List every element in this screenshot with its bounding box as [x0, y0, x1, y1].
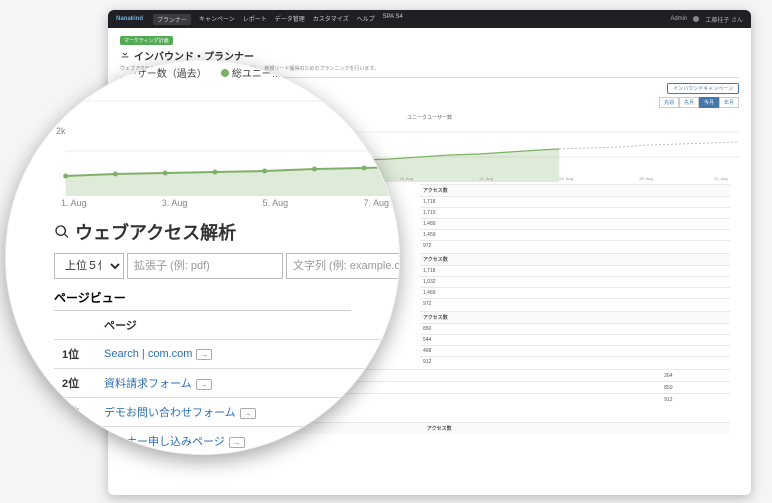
- page-link-2[interactable]: 資料請求フォーム: [104, 378, 192, 390]
- page-link-1[interactable]: Search | com.com: [104, 348, 192, 360]
- zoom-chart: ユニークユーザー数（過去） 総ユニー… 4k 2k 1. Aug 3. Aug …: [6, 61, 399, 211]
- user-name[interactable]: 工藤桂子 さん: [705, 15, 743, 24]
- t2-r4: 972: [420, 299, 730, 310]
- svg-text:18. Aug: 18. Aug: [400, 176, 414, 181]
- rank-1: 1位: [54, 340, 96, 369]
- t1-r4: 1,459: [420, 230, 730, 241]
- t3-r3: 468: [420, 346, 730, 357]
- page-link-3[interactable]: デモお問い合わせフォーム: [104, 407, 236, 419]
- brand-logo[interactable]: Nanakind: [116, 16, 143, 22]
- nav-item-planner[interactable]: プランナー: [153, 14, 191, 25]
- access-header-2: アクセス数: [420, 254, 730, 266]
- pageview-table: ページ 1位 Search | com.com → 2位資料請求フォーム → 3位デモ…: [54, 311, 383, 455]
- nav-item-report[interactable]: レポート: [243, 14, 267, 25]
- svg-text:28. Aug: 28. Aug: [639, 176, 653, 181]
- chart-title-small: ユニークユーザー数: [407, 114, 452, 121]
- nav-item-help[interactable]: ヘルプ: [357, 14, 375, 25]
- access-table-1: アクセス数 1,718 1,710 1,489 1,459 972: [420, 184, 730, 251]
- svg-text:31. Aug: 31. Aug: [714, 176, 728, 181]
- external-link-icon[interactable]: →: [240, 408, 256, 419]
- zoom-xtick-0: 1. Aug: [61, 198, 87, 208]
- zoom-xtick-2: 5. Aug: [263, 198, 289, 208]
- user-avatar-icon[interactable]: [693, 16, 699, 22]
- t2-r2: 1,032: [420, 277, 730, 288]
- rank-4: [54, 427, 96, 456]
- zoom-xtick-3: 7. Aug: [363, 198, 389, 208]
- zoom-legend-1: ユニークユーザー数（過去）: [77, 69, 207, 80]
- admin-link[interactable]: Admin: [670, 16, 687, 22]
- inflow-col-access: アクセス数: [424, 423, 730, 435]
- external-link-icon[interactable]: →: [229, 437, 245, 448]
- zoom-ytick-0: 4k: [56, 61, 66, 71]
- breadcrumb[interactable]: マーケティング計画: [120, 36, 173, 45]
- t1-r3: 1,489: [420, 219, 730, 230]
- zoom-xtick-1: 3. Aug: [162, 198, 188, 208]
- web-access-heading-text: ウェブアクセス解析: [75, 219, 236, 245]
- t3-r2: 544: [420, 335, 730, 346]
- t3-r4: 912: [420, 357, 730, 368]
- table-row: 2位資料請求フォーム →: [54, 369, 383, 398]
- nav-item-spa[interactable]: SPA S4: [383, 14, 403, 25]
- access-header: アクセス数: [420, 185, 730, 197]
- table-row: 1位 Search | com.com →: [54, 340, 383, 369]
- t3-r1: 850: [420, 324, 730, 335]
- zoom-legend-2: 総ユニー…: [232, 69, 282, 80]
- svg-text:24. Aug: 24. Aug: [559, 176, 573, 181]
- t1-r5: 972: [420, 241, 730, 252]
- extension-input[interactable]: [127, 253, 283, 279]
- t1-r2: 1,710: [420, 208, 730, 219]
- zoom-lens: ユニークユーザー数（過去） 総ユニー… 4k 2k 1. Aug 3. Aug …: [5, 60, 400, 455]
- access-table-2: アクセス数 1,718 1,032 1,469 972: [420, 253, 730, 309]
- toggle-this-month[interactable]: 今月: [699, 97, 719, 108]
- nav-item-campaign[interactable]: キャンペーン: [199, 14, 235, 25]
- top-navbar: Nanakind プランナー キャンペーン レポート データ管理 カスタマイズ …: [108, 10, 751, 28]
- pageview-heading: ページビュー: [54, 289, 351, 311]
- col-page: ページ: [96, 311, 383, 340]
- zoom-legend-dot-2-icon: [221, 69, 229, 77]
- chart-range-toggle: 先週 先月 今月 年月: [659, 97, 739, 108]
- ref-r3-n: 912: [661, 394, 730, 406]
- nav-item-customize[interactable]: カスタマイズ: [313, 14, 349, 25]
- access-header-3: アクセス数: [420, 312, 730, 324]
- top-n-select[interactable]: 上位５件: [54, 253, 124, 279]
- inbound-campaign-button[interactable]: インバウンドキャンペーン: [667, 83, 739, 94]
- toggle-last-month[interactable]: 先月: [679, 97, 699, 108]
- t2-r1: 1,718: [420, 266, 730, 277]
- search-icon: [54, 224, 70, 240]
- svg-text:21. Aug: 21. Aug: [479, 176, 493, 181]
- rank-3: 3位: [54, 398, 96, 427]
- ref-r2-n: 850: [661, 382, 730, 394]
- external-link-icon[interactable]: →: [196, 379, 212, 390]
- t2-r3: 1,469: [420, 288, 730, 299]
- external-link-icon[interactable]: →: [196, 349, 212, 360]
- zoom-legend-dot-1-icon: [66, 69, 74, 77]
- table-row: セミナー申し込みページ →: [54, 427, 383, 456]
- col-rank: [54, 311, 96, 340]
- table-row: 3位デモお問い合わせフォーム →: [54, 398, 383, 427]
- page-link-4[interactable]: セミナー申し込みページ: [104, 436, 225, 448]
- web-access-heading: ウェブアクセス解析: [54, 219, 351, 245]
- zoom-ytick-1: 2k: [56, 126, 66, 136]
- toggle-year[interactable]: 年月: [719, 97, 739, 108]
- ref-r1-n: 264: [661, 370, 730, 382]
- rank-2: 2位: [54, 369, 96, 398]
- nav-menu: プランナー キャンペーン レポート データ管理 カスタマイズ ヘルプ SPA S…: [153, 14, 403, 25]
- nav-item-data[interactable]: データ管理: [275, 14, 305, 25]
- t1-r1: 1,718: [420, 197, 730, 208]
- string-input[interactable]: [286, 253, 400, 279]
- access-table-3: アクセス数 850 544 468 912: [420, 311, 730, 367]
- toggle-last-week[interactable]: 先週: [659, 97, 679, 108]
